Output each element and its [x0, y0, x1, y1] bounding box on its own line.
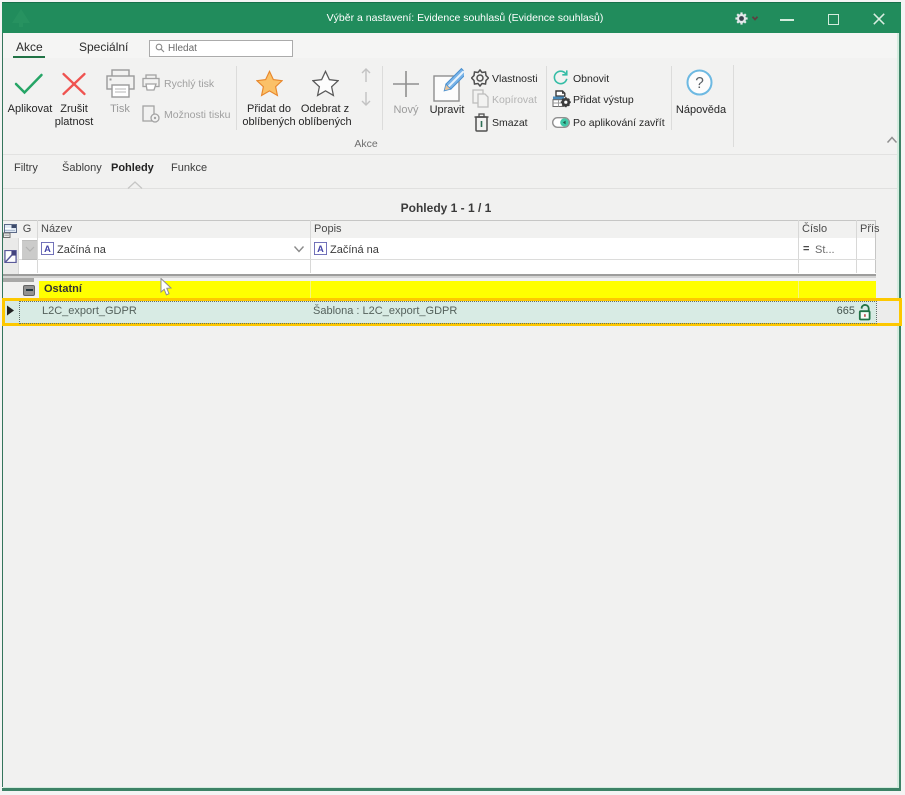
- svg-text:A: A: [44, 244, 51, 254]
- svg-text:A: A: [317, 244, 324, 254]
- svg-text:?: ?: [695, 75, 704, 92]
